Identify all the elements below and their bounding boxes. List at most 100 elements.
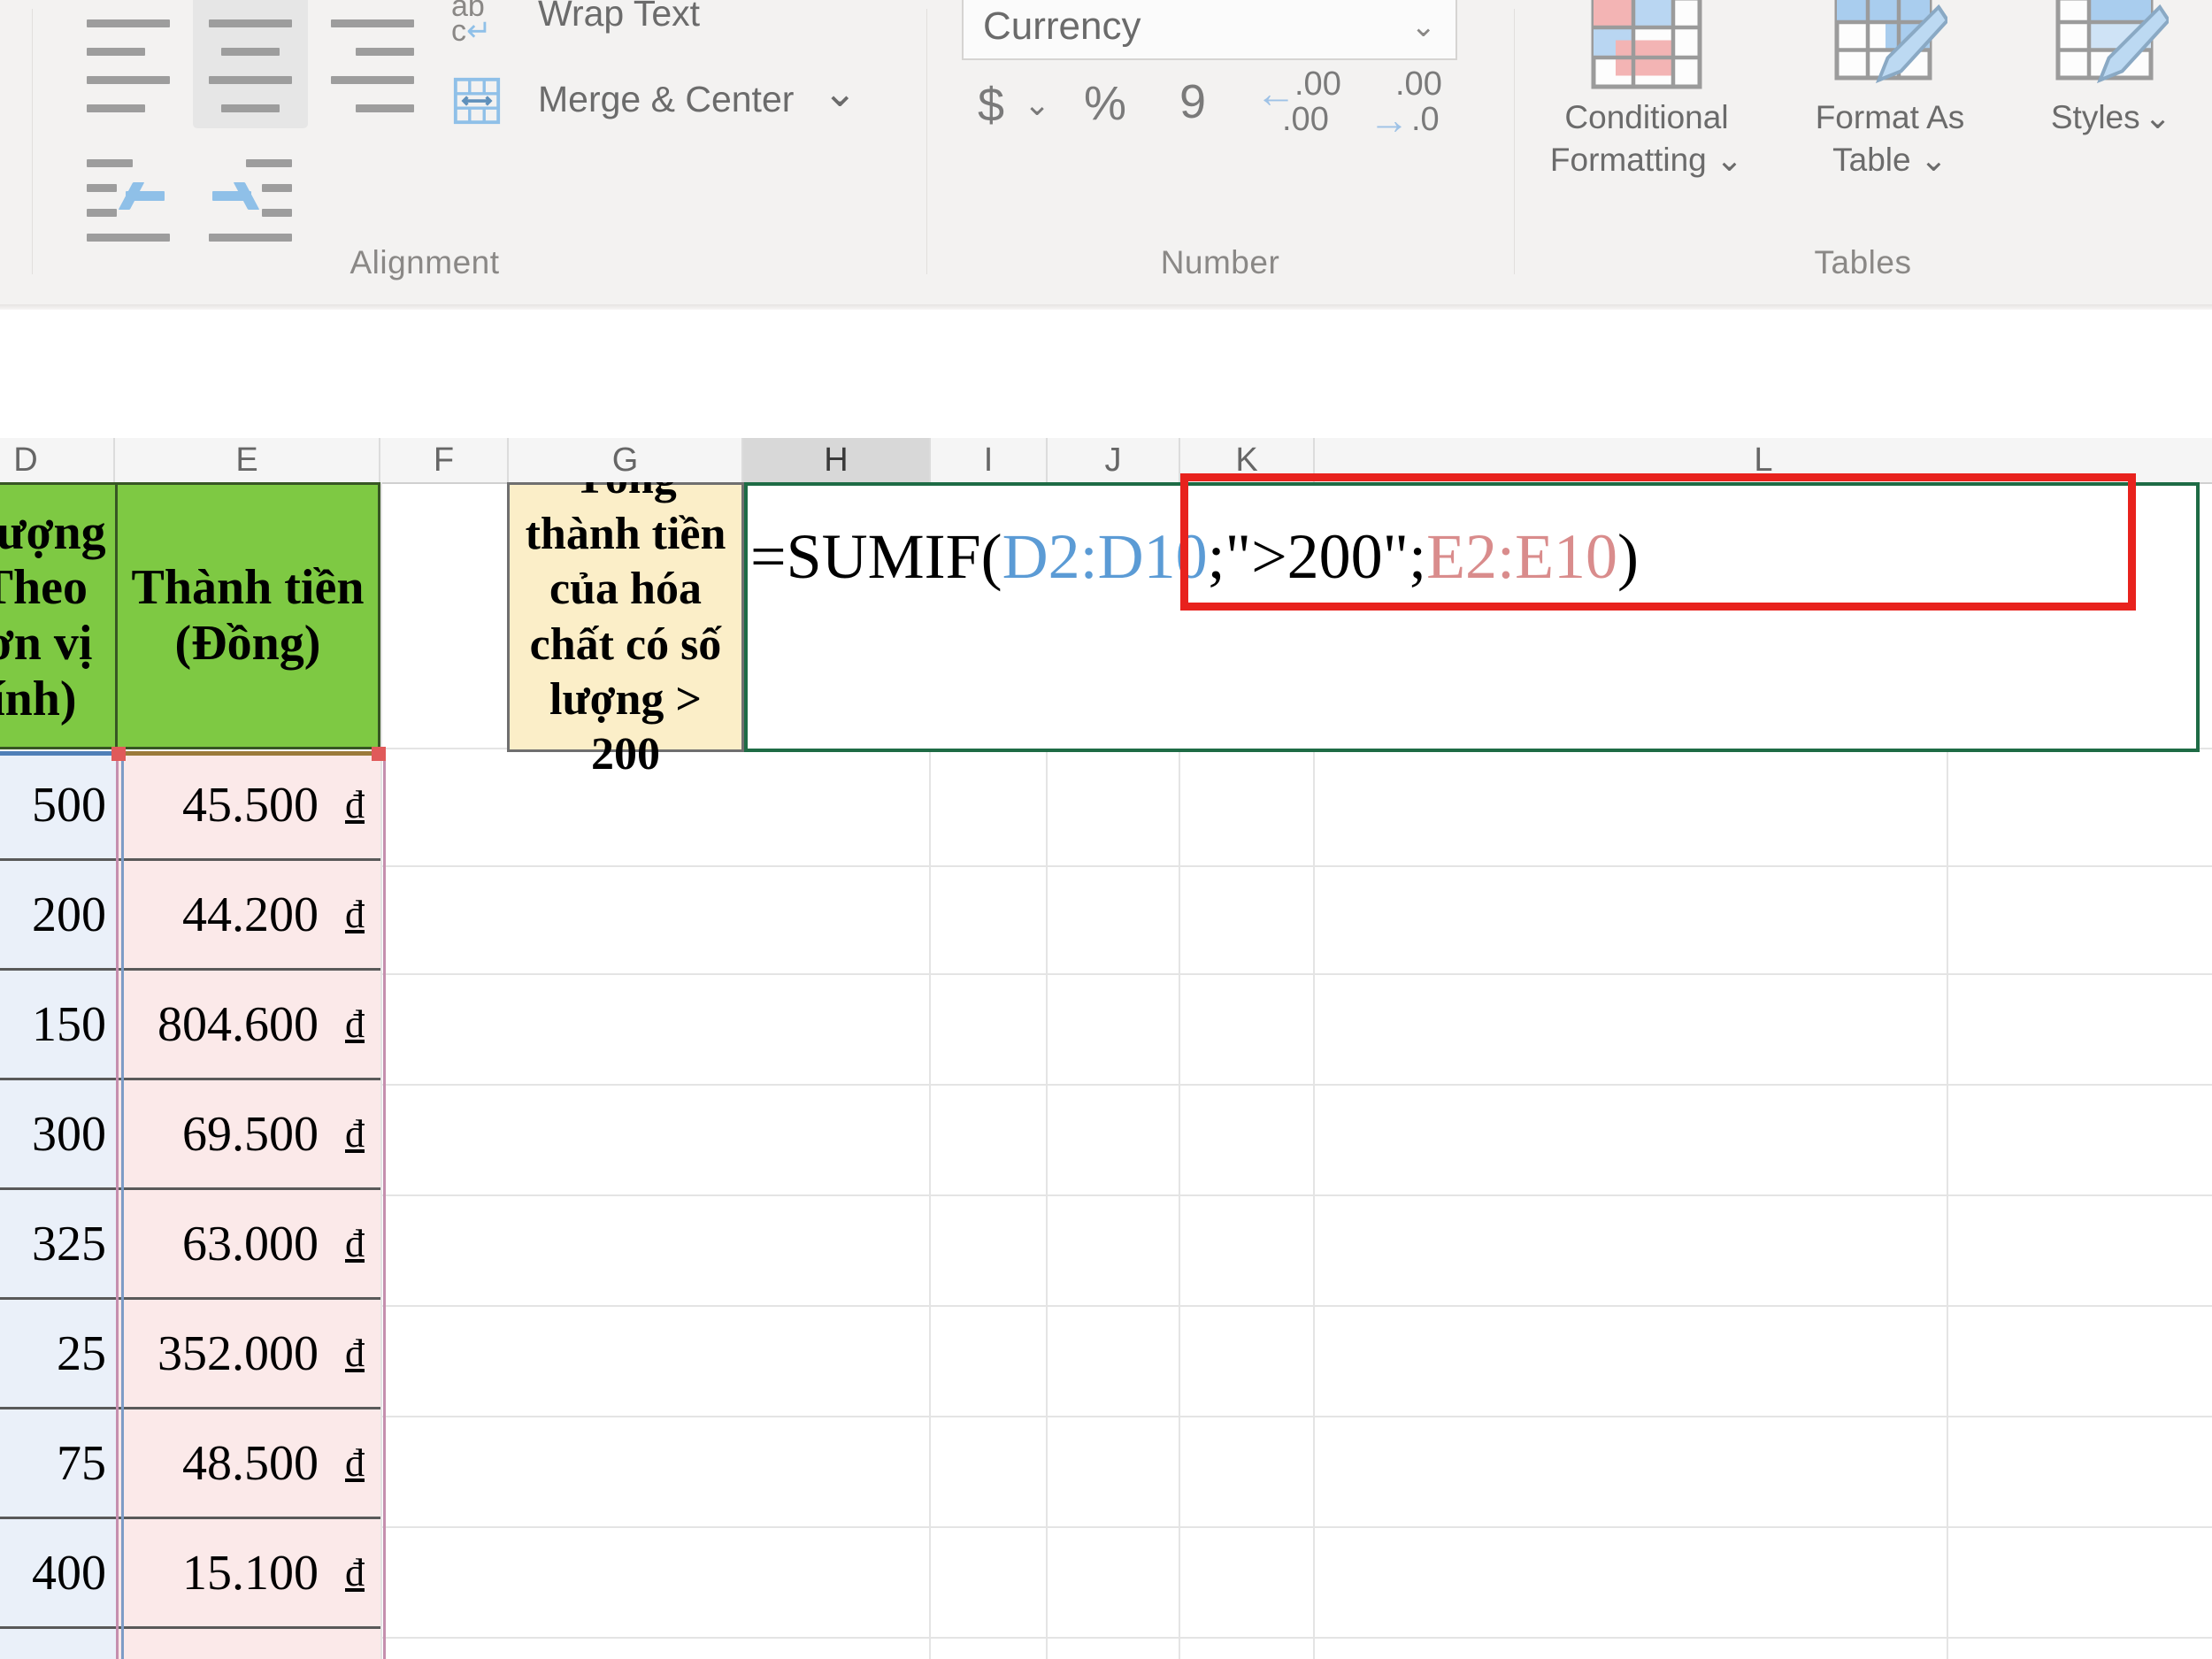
range-handle-top-left[interactable]: [111, 747, 126, 761]
column-header-f[interactable]: F: [380, 438, 509, 482]
decrease-indent-icon: [71, 149, 186, 246]
amount-value: 804.600: [157, 996, 319, 1052]
grid-body: ố lượng (Theo đơn vị tính) Thành tiền (Đ…: [0, 482, 2212, 1659]
merge-center-button[interactable]: Merge & Center ⌄: [442, 66, 938, 164]
amount-value: 69.500: [182, 1106, 319, 1162]
number-format-select[interactable]: Currency ⌄: [962, 0, 1457, 60]
conditional-formatting-label-2: Formatting ⌄: [1549, 142, 1744, 178]
cell-amount[interactable]: 44.200 đ: [116, 861, 380, 971]
header-cell-quantity[interactable]: ố lượng (Theo đơn vị tính): [0, 482, 118, 749]
formula-separator: ;">200";: [1207, 521, 1427, 592]
amount-value: 63.000: [182, 1216, 319, 1271]
cell-quantity[interactable]: 400: [0, 1519, 119, 1629]
decrease-decimal-bottom-label: .0: [1411, 101, 1440, 138]
cell-amount[interactable]: 804.600 đ: [116, 971, 380, 1080]
amount-value: 44.200: [182, 887, 319, 942]
column-header-i[interactable]: I: [931, 438, 1048, 482]
formula-range-1: D2:D10: [1002, 521, 1208, 592]
cell-quantity[interactable]: 325: [0, 1190, 119, 1300]
column-header-j[interactable]: J: [1048, 438, 1180, 482]
gridline-horizontal: [380, 1084, 2212, 1086]
accounting-chevron-icon[interactable]: ⌄: [1024, 88, 1050, 120]
cell-amount[interactable]: 352.000 đ: [116, 1300, 380, 1409]
cell-quantity[interactable]: 25: [0, 1300, 119, 1409]
cell-amount[interactable]: 63.000 đ: [116, 1190, 380, 1300]
formula-suffix: ): [1617, 521, 1640, 592]
cell-quantity[interactable]: 200: [0, 1629, 119, 1659]
cell-amount[interactable]: 69.500 đ: [116, 1080, 380, 1190]
align-right-button[interactable]: [315, 0, 430, 128]
increase-decimal-button[interactable]: ← .00 .00: [1256, 67, 1351, 149]
chevron-down-icon[interactable]: ⌄: [2144, 99, 2171, 135]
cell-amount[interactable]: 48.500 đ: [116, 1409, 380, 1519]
cell-quantity[interactable]: 500: [0, 751, 119, 861]
gridline-horizontal: [380, 973, 2212, 975]
decrease-indent-button[interactable]: [71, 149, 186, 246]
cell-quantity[interactable]: 200: [0, 861, 119, 971]
gridline-vertical: [1947, 748, 1948, 1659]
range-handle-top-right[interactable]: [372, 747, 386, 761]
chevron-down-icon[interactable]: ⌄: [1920, 142, 1947, 178]
align-right-icon: [315, 0, 430, 128]
styles-label: Styles: [2050, 99, 2140, 135]
cell-amount[interactable]: 32.800đ: [116, 1629, 380, 1659]
ribbon: ab c↵ Wrap Text Merge & Center ⌄ Alignme…: [0, 0, 2212, 310]
styles-button[interactable]: Styles ⌄: [2009, 0, 2212, 139]
header-cell-amount[interactable]: Thành tiền (Đồng): [115, 482, 380, 749]
gridline-vertical: [1179, 748, 1180, 1659]
format-as-table-icon: [1779, 0, 2001, 96]
accounting-format-button[interactable]: $: [978, 81, 1004, 129]
increase-indent-button[interactable]: [193, 149, 308, 246]
gridline-horizontal: [380, 865, 2212, 867]
percent-format-button[interactable]: %: [1084, 80, 1126, 127]
chevron-down-icon[interactable]: ⌄: [1411, 0, 1437, 58]
currency-symbol: đ: [345, 783, 365, 826]
column-header-g[interactable]: G: [509, 438, 743, 482]
chevron-down-icon[interactable]: ⌄: [1716, 142, 1743, 178]
decrease-decimal-button[interactable]: .00 → .0: [1369, 67, 1464, 149]
gridline-vertical: [380, 482, 382, 1659]
amount-value: 45.500: [182, 777, 319, 833]
column-header-h[interactable]: H: [743, 438, 931, 482]
gridline-horizontal: [380, 1526, 2212, 1528]
cell-quantity[interactable]: 300: [0, 1080, 119, 1190]
format-as-table-button[interactable]: Format As Table ⌄: [1779, 0, 2001, 181]
currency-symbol: đ: [345, 1332, 365, 1375]
format-as-table-label-1: Format As: [1815, 99, 1965, 135]
ribbon-group-tables: Conditional Formatting ⌄ Format As Table…: [1514, 0, 2212, 292]
number-format-value: Currency: [983, 4, 1141, 48]
conditional-formatting-label-1: Conditional: [1564, 99, 1729, 135]
column-header-l[interactable]: L: [1315, 438, 2212, 482]
align-left-button[interactable]: [71, 0, 186, 128]
header-cell-total-condition[interactable]: Tổng thành tiền của hóa chất có số lượng…: [507, 482, 744, 780]
currency-symbol: đ: [345, 1441, 365, 1485]
formula-prefix: =SUMIF(: [750, 521, 1002, 592]
merge-center-label: Merge & Center: [538, 79, 795, 119]
column-header-k[interactable]: K: [1180, 438, 1315, 482]
cell-quantity[interactable]: 150: [0, 971, 119, 1080]
align-center-button[interactable]: [193, 0, 308, 128]
gridline-vertical: [1046, 748, 1048, 1659]
comma-format-button[interactable]: 9: [1179, 78, 1206, 126]
conditional-formatting-button[interactable]: Conditional Formatting ⌄: [1523, 0, 1770, 181]
currency-symbol: đ: [345, 1551, 365, 1594]
increase-decimal-top-label: .00: [1294, 65, 1341, 103]
amount-value: 32.800: [182, 1655, 319, 1659]
amount-value: 352.000: [157, 1325, 319, 1381]
merge-cells-icon: [451, 75, 503, 132]
formula-text: =SUMIF(D2:D10;">200";E2:E10): [750, 525, 1639, 588]
ribbon-group-number: Currency ⌄ $ ⌄ % 9 ← .00 .00 .00 → .0 Nu…: [926, 0, 1514, 292]
gridline-horizontal: [380, 1416, 2212, 1417]
arrow-right-icon: →: [1369, 96, 1409, 142]
cell-amount[interactable]: 15.100 đ: [116, 1519, 380, 1629]
styles-icon: [2009, 0, 2212, 96]
column-header-e[interactable]: E: [115, 438, 380, 482]
merge-center-chevron-icon[interactable]: ⌄: [823, 68, 857, 116]
align-left-icon: [71, 0, 186, 128]
column-header-d[interactable]: D: [0, 438, 115, 482]
cell-amount[interactable]: 45.500 đ: [116, 751, 380, 861]
cell-quantity[interactable]: 75: [0, 1409, 119, 1519]
currency-symbol: đ: [345, 1002, 365, 1046]
formula-range-2: E2:E10: [1426, 521, 1618, 592]
column-header-row: D E F G H I J K L: [0, 438, 2212, 484]
